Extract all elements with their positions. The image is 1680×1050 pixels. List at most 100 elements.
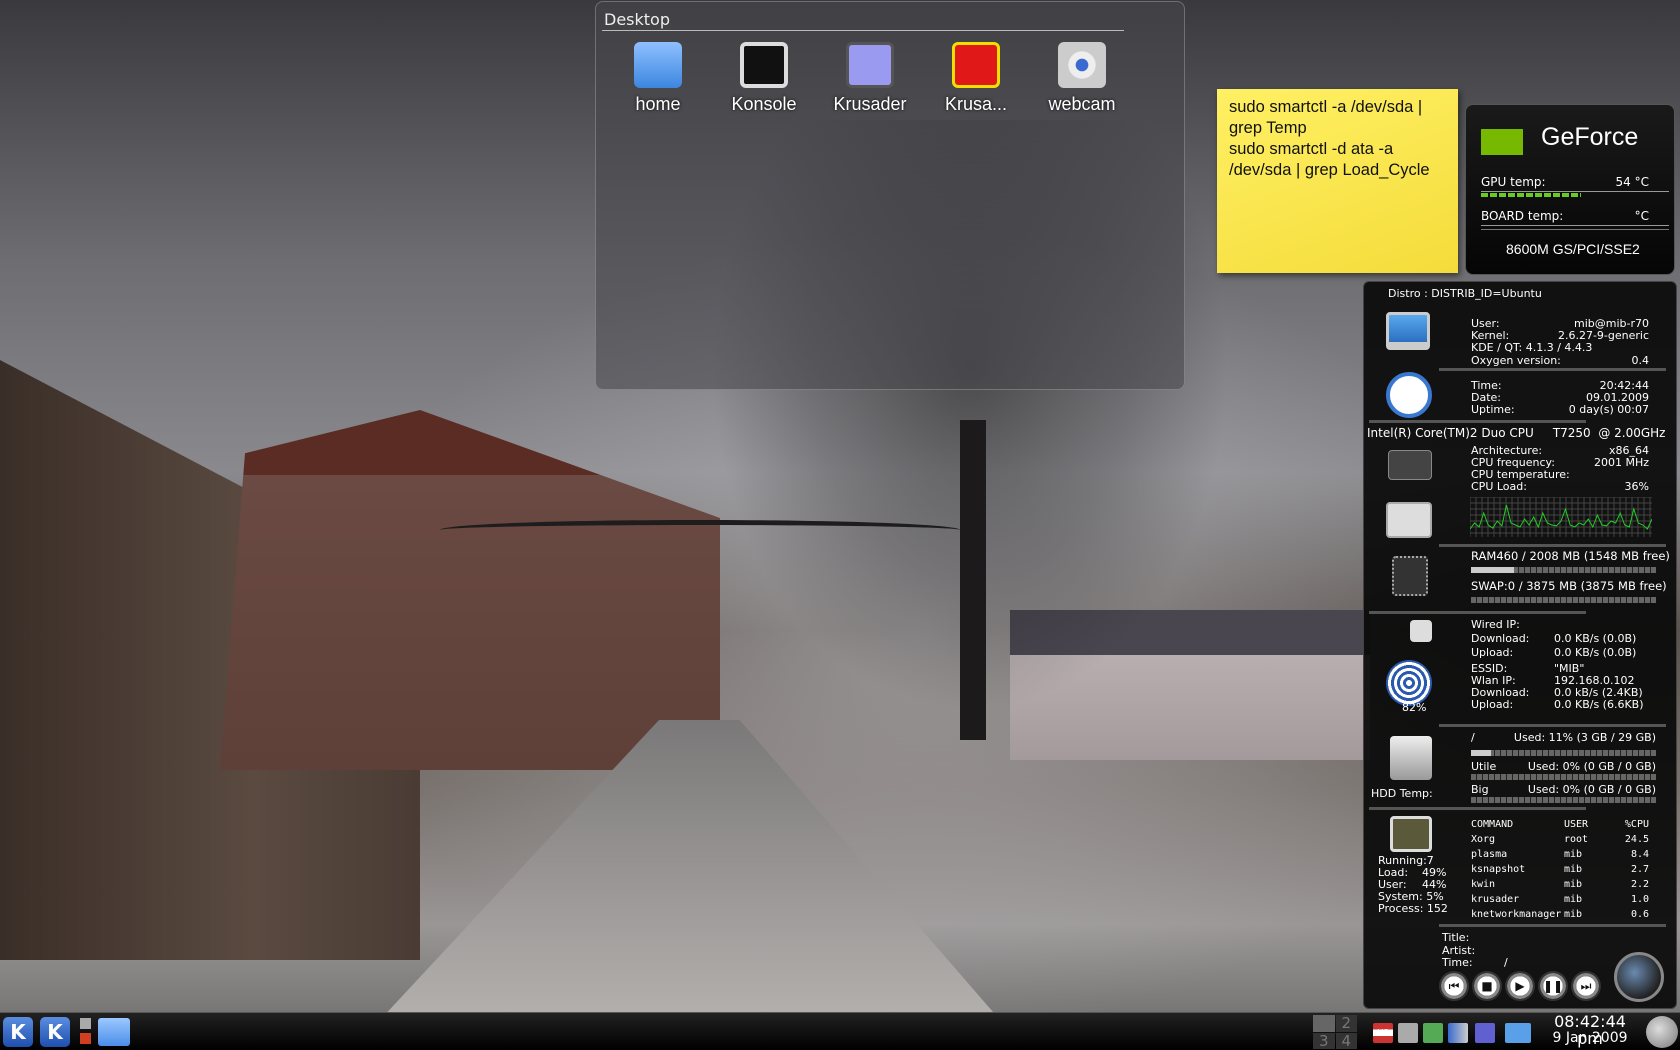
desktop-icon-konsole[interactable]: Konsole	[714, 42, 814, 115]
folder-view-title: Desktop	[604, 10, 670, 29]
proc-cell: %CPU	[1624, 819, 1649, 830]
kde-menu-button-2[interactable]: K	[40, 1017, 70, 1047]
proc-cell: Xorg	[1471, 834, 1496, 845]
proc-cell: USER	[1564, 819, 1589, 830]
info-row: CPU Load: 36%	[1471, 480, 1649, 493]
swap-bar	[1471, 597, 1656, 603]
volume-icon[interactable]	[1398, 1023, 1418, 1043]
signal-strength-icon[interactable]	[1448, 1023, 1468, 1043]
gpu-temp-bar	[1481, 193, 1581, 197]
home-folder-icon[interactable]	[98, 1018, 130, 1046]
proc-cell: COMMAND	[1471, 819, 1514, 830]
icon-label: Konsole	[731, 94, 797, 114]
camera-icon	[1058, 42, 1106, 88]
kde-menu-button[interactable]: K	[3, 1017, 33, 1047]
proc-cell: root	[1564, 834, 1589, 845]
proc-cell: 1.0	[1630, 894, 1649, 905]
home-folder-icon	[634, 42, 682, 88]
hdd-temp-label: HDD Temp:	[1371, 787, 1433, 800]
gpu-temp-value: 54 °C	[1615, 175, 1649, 189]
logout-icon[interactable]	[80, 1033, 91, 1044]
clock-icon	[1386, 372, 1432, 418]
proc-cell: mib	[1564, 864, 1583, 875]
player-title: Title:	[1442, 931, 1470, 944]
distro-label: Distro : DISTRIB_ID=Ubuntu	[1388, 287, 1542, 300]
note-line: /dev/sda | grep Load_Cycle	[1229, 161, 1430, 179]
wallpaper-gate-arch	[440, 520, 960, 540]
desktop-icon-home[interactable]: home	[608, 42, 708, 115]
player-time-value: /	[1504, 956, 1508, 969]
desktop-icon-webcam[interactable]: webcam	[1032, 42, 1132, 115]
cpu-chip-icon	[1388, 450, 1432, 480]
cpu-model: Intel(R) Core(TM)2 Duo CPU T7250 @ 2.00G…	[1367, 426, 1666, 440]
divider	[1481, 191, 1669, 192]
divider	[1439, 368, 1666, 371]
laptop-icon	[1386, 312, 1430, 350]
process-monitor-icon	[1390, 816, 1432, 852]
amarok-icon[interactable]	[1614, 952, 1664, 1002]
proc-cell: 2.7	[1630, 864, 1649, 875]
cpu-load-graph	[1470, 497, 1652, 537]
disk-row: / Used: 11% (3 GB / 29 GB)	[1471, 731, 1656, 744]
proc-cell: knetworkmanager	[1471, 909, 1562, 920]
wallpaper-tree-trunk	[960, 420, 986, 740]
pager-desktop-3[interactable]: 3	[1313, 1032, 1335, 1049]
keyboard-layout-flag-icon[interactable]: US	[1373, 1023, 1393, 1043]
stop-button[interactable]: ■	[1472, 971, 1502, 1001]
network-manager-icon[interactable]	[1505, 1023, 1531, 1043]
divider	[1439, 544, 1666, 547]
proc-cell: mib	[1564, 849, 1583, 860]
board-temp-value: °C	[1634, 209, 1649, 223]
divider	[1369, 420, 1586, 423]
desktop-pager[interactable]: 2 3 4	[1313, 1015, 1357, 1049]
divider	[1481, 225, 1669, 230]
moon-phase-icon	[1646, 1016, 1678, 1048]
memory-chip-icon	[1392, 556, 1428, 596]
battery-icon[interactable]	[1423, 1023, 1443, 1043]
ram-bar	[1471, 567, 1656, 573]
proc-cell: 2.2	[1630, 879, 1649, 890]
pager-desktop-1[interactable]	[1313, 1015, 1335, 1032]
wallpaper-brick-building	[220, 410, 720, 770]
pause-button[interactable]: ❚❚	[1538, 971, 1568, 1001]
clock-date[interactable]: 9 Jan 2009	[1540, 1030, 1640, 1046]
note-line: sudo smartctl -a /dev/sda |	[1229, 98, 1423, 116]
pager-desktop-2[interactable]: 2	[1335, 1015, 1357, 1032]
disk-bar	[1471, 797, 1656, 803]
disk-row: Big Used: 0% (0 GB / 0 GB)	[1471, 783, 1656, 796]
sticky-note[interactable]: sudo smartctl -a /dev/sda | grep Temp su…	[1217, 89, 1458, 273]
proc-cell: 8.4	[1630, 849, 1649, 860]
krusader-tray-icon[interactable]	[1475, 1023, 1495, 1043]
ethernet-icon	[1410, 620, 1432, 642]
play-button[interactable]: ▶	[1505, 971, 1535, 1001]
krusader-icon	[846, 42, 894, 88]
net-row: Upload: 0.0 KB/s (0.0B)	[1471, 646, 1637, 659]
net-row: Upload: 0.0 KB/s (6.6KB)	[1471, 698, 1644, 711]
system-monitor-icon	[1386, 502, 1432, 538]
gpu-model: 8600M GS/PCI/SSE2	[1506, 241, 1640, 257]
disk-row: Utile Used: 0% (0 GB / 0 GB)	[1471, 760, 1656, 773]
next-track-button[interactable]: ⏭	[1571, 971, 1601, 1001]
desktop-folder-view: Desktop home Konsole Krusader Krusa... w…	[595, 1, 1185, 390]
info-row: KDE / QT: 4.1.3 / 4.4.3	[1471, 341, 1593, 354]
note-line: sudo smartctl -d ata -a	[1229, 140, 1394, 158]
pager-desktop-4[interactable]: 4	[1335, 1032, 1357, 1049]
net-row: Wired IP:	[1471, 618, 1520, 631]
lock-screen-icon[interactable]	[80, 1018, 91, 1029]
stat-label: Process: 152	[1378, 902, 1448, 915]
geforce-widget: GeForce GPU temp: 54 °C BOARD temp: °C 8…	[1465, 104, 1675, 275]
proc-cell: krusader	[1471, 894, 1520, 905]
proc-cell: kwin	[1471, 879, 1496, 890]
icon-label: Krusa...	[944, 94, 1008, 114]
divider	[1439, 724, 1666, 727]
krusader-root-icon	[952, 42, 1000, 88]
gpu-temp-label: GPU temp:	[1481, 175, 1546, 189]
info-row: Oxygen version: 0.4	[1471, 354, 1649, 367]
system-monitor-panel: Distro : DISTRIB_ID=Ubuntu User: mib@mib-…	[1363, 281, 1677, 1009]
previous-track-button[interactable]: ⏮	[1439, 971, 1469, 1001]
desktop-icon-krusader-root[interactable]: Krusa...	[926, 42, 1026, 115]
proc-cell: 24.5	[1624, 834, 1649, 845]
icon-label: Krusader	[833, 94, 907, 114]
wifi-signal: 82%	[1402, 701, 1427, 714]
desktop-icon-krusader[interactable]: Krusader	[820, 42, 920, 115]
